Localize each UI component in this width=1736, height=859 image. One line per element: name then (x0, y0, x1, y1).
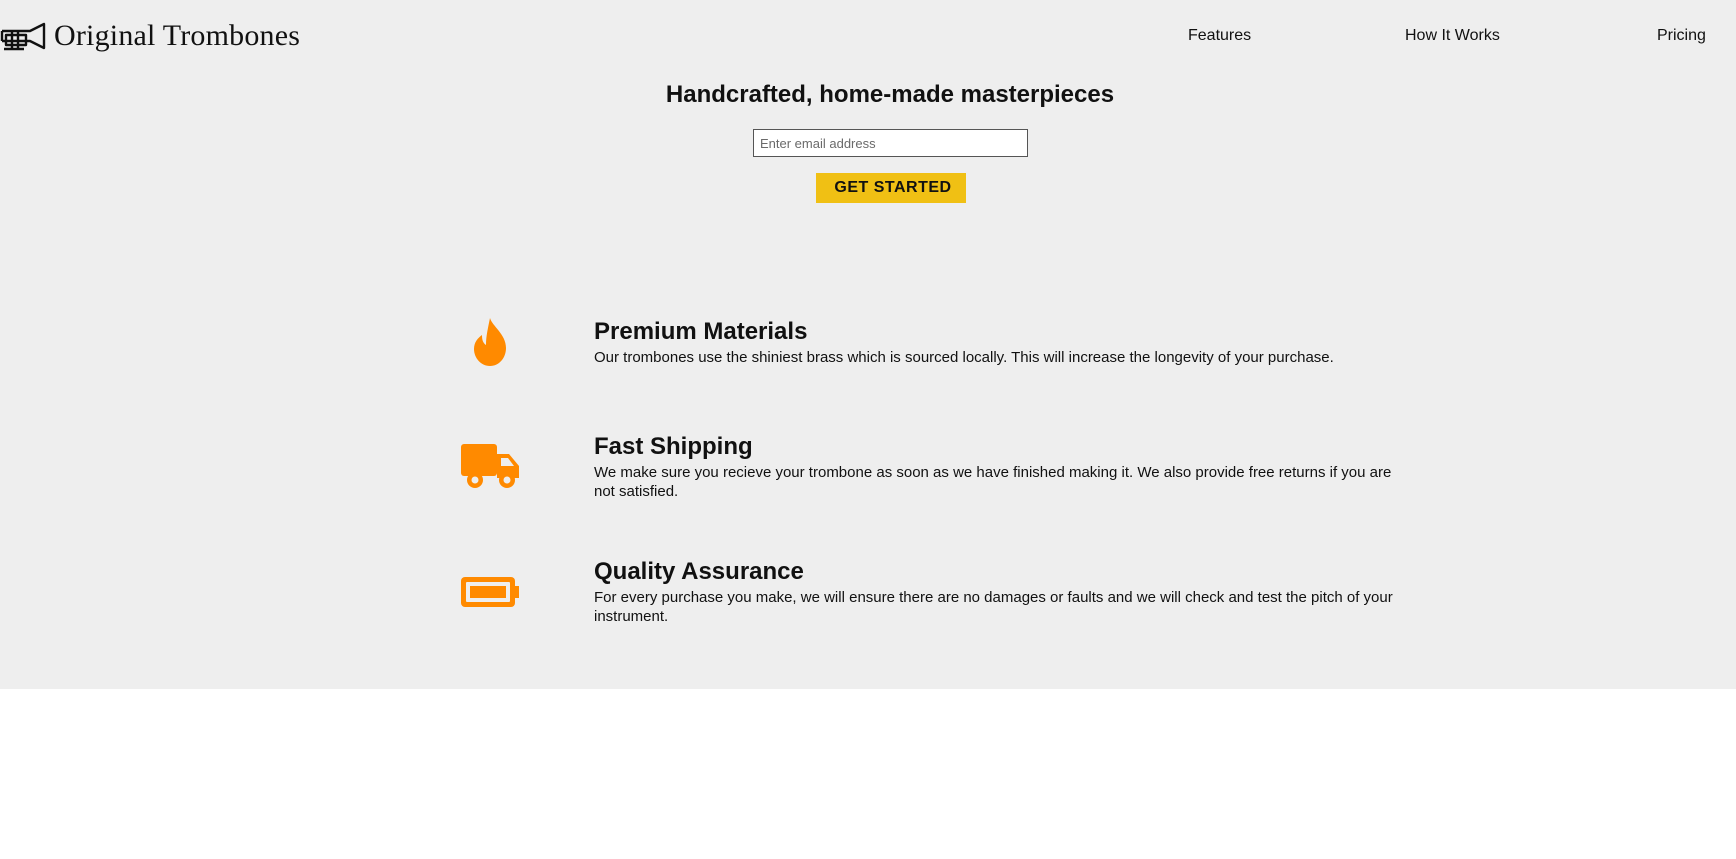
brand-name: Original Trombones (54, 19, 301, 52)
hero-title: Handcrafted, home-made masterpieces (665, 81, 1115, 108)
email-input[interactable] (753, 129, 1028, 157)
truck-icon (455, 435, 525, 495)
nav-link-how-it-works[interactable]: How It Works (1405, 26, 1500, 46)
nav-link-pricing[interactable]: Pricing (1657, 26, 1706, 46)
feature-title: Quality Assurance (594, 558, 804, 585)
feature-description: Our trombones use the shiniest brass whi… (594, 349, 1334, 366)
feature-title: Premium Materials (594, 318, 808, 345)
get-started-button[interactable]: GET STARTED (816, 173, 966, 203)
feature-description: For every purchase you make, we will ens… (594, 589, 1393, 625)
header: Original Trombones Features How It Works… (0, 0, 1736, 72)
fire-icon (455, 312, 525, 372)
feature-description: We make sure you recieve your trombone a… (594, 464, 1392, 500)
page-section: Original Trombones Features How It Works… (0, 0, 1736, 689)
nav-link-features[interactable]: Features (1188, 26, 1251, 46)
battery-icon (455, 562, 525, 622)
feature-title: Fast Shipping (594, 433, 753, 460)
brand-logo[interactable]: Original Trombones (0, 18, 300, 54)
trombone-icon (0, 22, 46, 51)
